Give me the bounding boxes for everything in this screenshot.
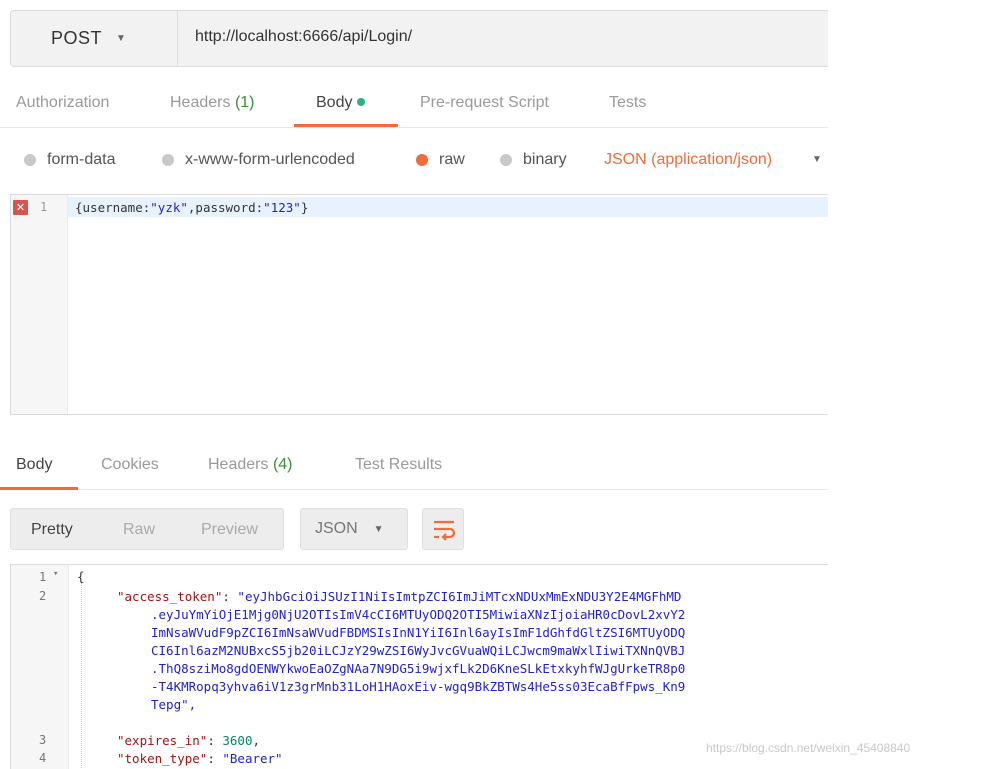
indent-guide: [81, 583, 82, 768]
json-string: "eyJhbGciOiJSUzI1NiIsImtpZCI6ImJiMTcxNDU…: [237, 589, 682, 604]
radio-form-data[interactable]: form-data: [24, 151, 115, 169]
active-tab-underline: [294, 124, 398, 127]
json-key: "access_token": [117, 589, 223, 604]
tab-body[interactable]: Body: [316, 94, 366, 112]
url-input[interactable]: http://localhost:6666/api/Login/: [195, 28, 412, 46]
line-number: 3: [39, 733, 47, 747]
fold-toggle-icon[interactable]: ▾: [53, 569, 58, 579]
headers-count: (4): [272, 456, 293, 473]
code-line: "expires_in": 3600,: [117, 733, 261, 748]
language-select[interactable]: JSON ▼: [300, 508, 408, 550]
modified-dot-icon: [357, 97, 366, 106]
headers-count: (1): [234, 94, 255, 111]
pretty-button[interactable]: Pretty: [31, 521, 73, 539]
tab-label: Body: [316, 94, 353, 111]
tab-label: Headers: [170, 94, 231, 111]
tab-label: Body: [16, 456, 53, 473]
radio-icon: [162, 154, 174, 166]
tab-label: Cookies: [101, 456, 159, 473]
tab-headers[interactable]: Headers (1): [170, 94, 255, 112]
response-body-viewer[interactable]: 1 ▾ 2 3 4 { "access_token": "eyJhbGciOiJ…: [10, 564, 828, 769]
chevron-down-icon: ▼: [373, 523, 384, 535]
code-line: .eyJuYmYiOjE1Mjg0NjU2OTIsImV4cCI6MTUyODQ…: [151, 607, 686, 622]
code-line: "token_type": "Bearer": [117, 751, 283, 766]
radio-urlencoded[interactable]: x-www-form-urlencoded: [162, 151, 355, 169]
tab-label: Tests: [609, 94, 647, 111]
json-key: "expires_in": [117, 733, 208, 748]
raw-button[interactable]: Raw: [123, 521, 155, 539]
line-number: 1: [39, 570, 47, 584]
preview-button[interactable]: Preview: [201, 521, 258, 539]
tab-response-body[interactable]: Body: [16, 456, 52, 474]
tab-response-headers[interactable]: Headers (4): [208, 456, 293, 474]
line-number: 4: [39, 751, 47, 765]
radio-icon: [500, 154, 512, 166]
radio-label: raw: [439, 151, 465, 168]
tab-label: Test Results: [355, 456, 443, 473]
chevron-down-icon[interactable]: ▼: [812, 154, 822, 165]
tab-cookies[interactable]: Cookies: [101, 456, 159, 474]
chevron-down-icon: ▼: [116, 33, 126, 44]
method-dropdown[interactable]: POST ▼: [11, 11, 178, 66]
code-line: {: [77, 569, 85, 584]
radio-label: binary: [523, 151, 567, 168]
tab-label: Authorization: [16, 94, 110, 111]
radio-raw[interactable]: raw: [416, 151, 465, 169]
tab-tests[interactable]: Tests: [609, 94, 646, 112]
code-string: "123": [263, 200, 301, 215]
json-string: "Bearer": [222, 751, 283, 766]
tab-label: Pre-request Script: [420, 94, 549, 111]
editor-gutter: ✕ 1: [11, 195, 68, 414]
request-body-editor[interactable]: ✕ 1 {username:"yzk",password:"123"}: [10, 194, 828, 415]
json-key: "token_type": [117, 751, 208, 766]
wrap-lines-icon: [434, 520, 456, 541]
code-line: ImNsaWVudF9pZCI6ImNsaWVudFBDMSIsInN1YiI6…: [151, 625, 686, 640]
tab-authorization[interactable]: Authorization: [16, 94, 109, 112]
code-token: }: [300, 200, 309, 215]
active-tab-underline: [0, 487, 78, 490]
body-type-options: form-data x-www-form-urlencoded raw bina…: [0, 140, 828, 180]
code-line: "access_token": "eyJhbGciOiJSUzI1NiIsImt…: [117, 589, 682, 604]
wrap-lines-button[interactable]: [422, 508, 464, 550]
response-tabs: Body Cookies Headers (4) Test Results: [0, 440, 828, 490]
request-body-code[interactable]: {username:"yzk",password:"123"}: [75, 200, 308, 215]
tab-label: Headers: [208, 456, 269, 473]
content-type-dropdown[interactable]: JSON (application/json): [604, 151, 772, 169]
code-line: -T4KMRopq3yhva6iV1z3grMnb31LoH1HAoxEiv-w…: [151, 679, 686, 694]
error-icon: ✕: [13, 200, 28, 215]
code-line: Tepg",: [151, 697, 197, 712]
language-label: JSON: [315, 520, 358, 537]
radio-binary[interactable]: binary: [500, 151, 567, 169]
url-bar: POST ▼ http://localhost:6666/api/Login/: [10, 10, 828, 67]
tab-test-results[interactable]: Test Results: [355, 456, 442, 474]
code-line: .ThQ8sziMo8gdOENWYkwoEaOZgNAa7N9DG5i9wjx…: [151, 661, 686, 676]
json-number: 3600: [222, 733, 253, 748]
line-number: 1: [40, 200, 48, 214]
code-token: {username:: [75, 200, 151, 215]
code-string: "yzk": [150, 200, 188, 215]
tab-prerequest-script[interactable]: Pre-request Script: [420, 94, 549, 112]
watermark: https://blog.csdn.net/weixin_45408840: [706, 741, 911, 755]
request-tabs: Authorization Headers (1) Body Pre-reque…: [0, 78, 828, 128]
radio-selected-icon: [416, 154, 428, 166]
code-token: ,password:: [187, 200, 264, 215]
method-label: POST: [51, 28, 103, 48]
radio-label: form-data: [47, 151, 116, 168]
format-toggle-group: Pretty Raw Preview: [10, 508, 284, 550]
line-number: 2: [39, 589, 47, 603]
code-line: CI6Inl6azM2NUBxcS5jb20iLCJzY29wZSI6WyJvc…: [151, 643, 686, 658]
radio-icon: [24, 154, 36, 166]
postman-panel: POST ▼ http://localhost:6666/api/Login/ …: [0, 0, 828, 769]
radio-label: x-www-form-urlencoded: [185, 151, 355, 168]
